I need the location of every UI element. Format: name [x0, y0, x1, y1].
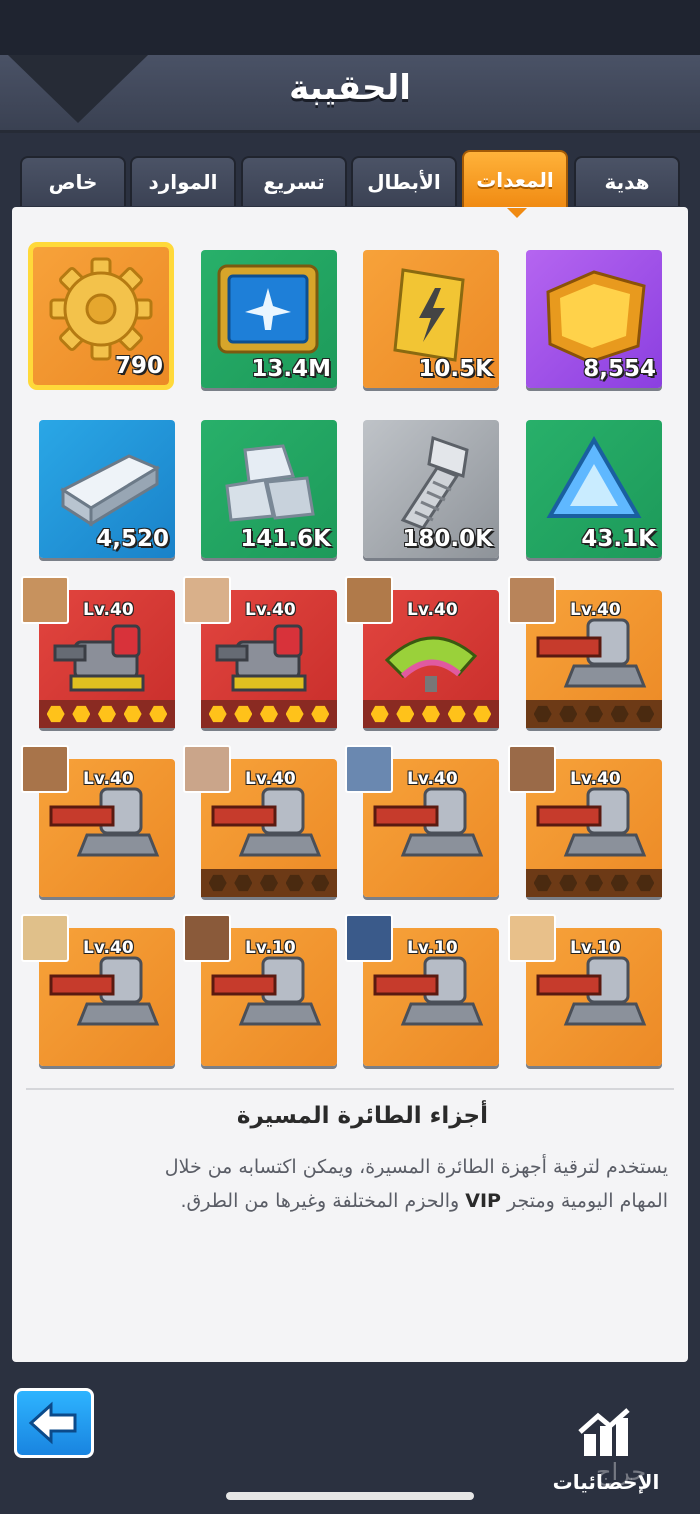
item-quantity: 8,554: [583, 356, 656, 382]
item-quantity: 180.0K: [402, 526, 493, 552]
tab-equipment[interactable]: المعدات: [462, 150, 568, 208]
tab-gift[interactable]: هدية: [574, 156, 680, 206]
equipment-cannon-turret[interactable]: Lv.40: [508, 745, 662, 897]
hero-avatar: [345, 576, 393, 624]
hero-avatar: [508, 745, 556, 793]
page-title: الحقيبة: [289, 68, 411, 108]
item-description: يستخدم لترقية أجهزة الطائرة المسيرة، ويم…: [48, 1150, 668, 1218]
back-button[interactable]: [14, 1388, 94, 1458]
item-steel-bolt[interactable]: 180.0K: [363, 420, 499, 558]
equipment-cannon-turret[interactable]: Lv.40: [183, 745, 337, 897]
hero-avatar: [21, 576, 69, 624]
active-tab-pointer: [507, 208, 527, 218]
item-quantity: 43.1K: [581, 526, 656, 552]
item-quantity: 4,520: [96, 526, 169, 552]
item-quantity: 141.6K: [240, 526, 331, 552]
item-metal-blocks[interactable]: 141.6K: [201, 420, 337, 558]
star-rating: [526, 700, 662, 728]
arrow-left-icon: [28, 1401, 77, 1445]
item-quantity: 10.5K: [418, 356, 493, 382]
equipment-mech-tank[interactable]: Lv.40: [21, 576, 175, 728]
equipment-mech-tank[interactable]: Lv.40: [183, 576, 337, 728]
equipment-cannon-turret[interactable]: Lv.10: [508, 914, 662, 1066]
tab-special[interactable]: خاص: [20, 156, 126, 206]
star-rating: [201, 700, 337, 728]
divider: [26, 1088, 674, 1090]
star-rating: [201, 869, 337, 897]
hero-avatar: [508, 914, 556, 962]
hero-avatar: [183, 914, 231, 962]
equipment-cannon-turret[interactable]: Lv.40: [508, 576, 662, 728]
hero-avatar: [21, 745, 69, 793]
star-rating: [39, 700, 175, 728]
hero-avatar: [183, 745, 231, 793]
item-steel-ingot[interactable]: 4,520: [39, 420, 175, 558]
item-lightning-chip[interactable]: 10.5K: [363, 250, 499, 388]
home-indicator[interactable]: [226, 1492, 474, 1500]
hero-avatar: [508, 576, 556, 624]
tab-resources[interactable]: الموارد: [130, 156, 236, 206]
watermark: حراج: [596, 1458, 647, 1486]
tab-speedup[interactable]: تسريع: [241, 156, 347, 206]
item-quantity: 790: [114, 353, 163, 379]
hero-avatar: [21, 914, 69, 962]
description-line-2: المهام اليومية ومتجر VIP والحزم المختلفة…: [180, 1190, 668, 1212]
equipment-cannon-turret[interactable]: Lv.40: [345, 745, 499, 897]
item-drone-blueprint[interactable]: 13.4M: [201, 250, 337, 388]
equipment-cannon-turret[interactable]: Lv.10: [345, 914, 499, 1066]
equipment-cannon-turret[interactable]: Lv.40: [21, 745, 175, 897]
hero-avatar: [345, 914, 393, 962]
item-blue-crystal[interactable]: 43.1K: [526, 420, 662, 558]
tab-heroes[interactable]: الأبطال: [351, 156, 457, 206]
star-rating: [526, 869, 662, 897]
hero-avatar: [345, 745, 393, 793]
bar-chart-icon: [578, 1408, 630, 1456]
star-rating: [363, 700, 499, 728]
equipment-cannon-turret[interactable]: Lv.40: [21, 914, 175, 1066]
description-line-1: يستخدم لترقية أجهزة الطائرة المسيرة، ويم…: [164, 1156, 668, 1178]
equipment-cannon-turret[interactable]: Lv.10: [183, 914, 337, 1066]
item-description-title: أجزاء الطائرة المسيرة: [236, 1103, 488, 1129]
item-golden-gear[interactable]: 790: [28, 242, 174, 390]
hero-avatar: [183, 576, 231, 624]
item-quantity: 13.4M: [251, 356, 331, 382]
item-honeycomb-plate[interactable]: 8,554: [526, 250, 662, 388]
status-bar: [0, 0, 700, 55]
tab-bar: خاص الموارد تسريع الأبطال المعدات هدية: [10, 150, 690, 208]
equipment-wing-plate[interactable]: Lv.40: [345, 576, 499, 728]
